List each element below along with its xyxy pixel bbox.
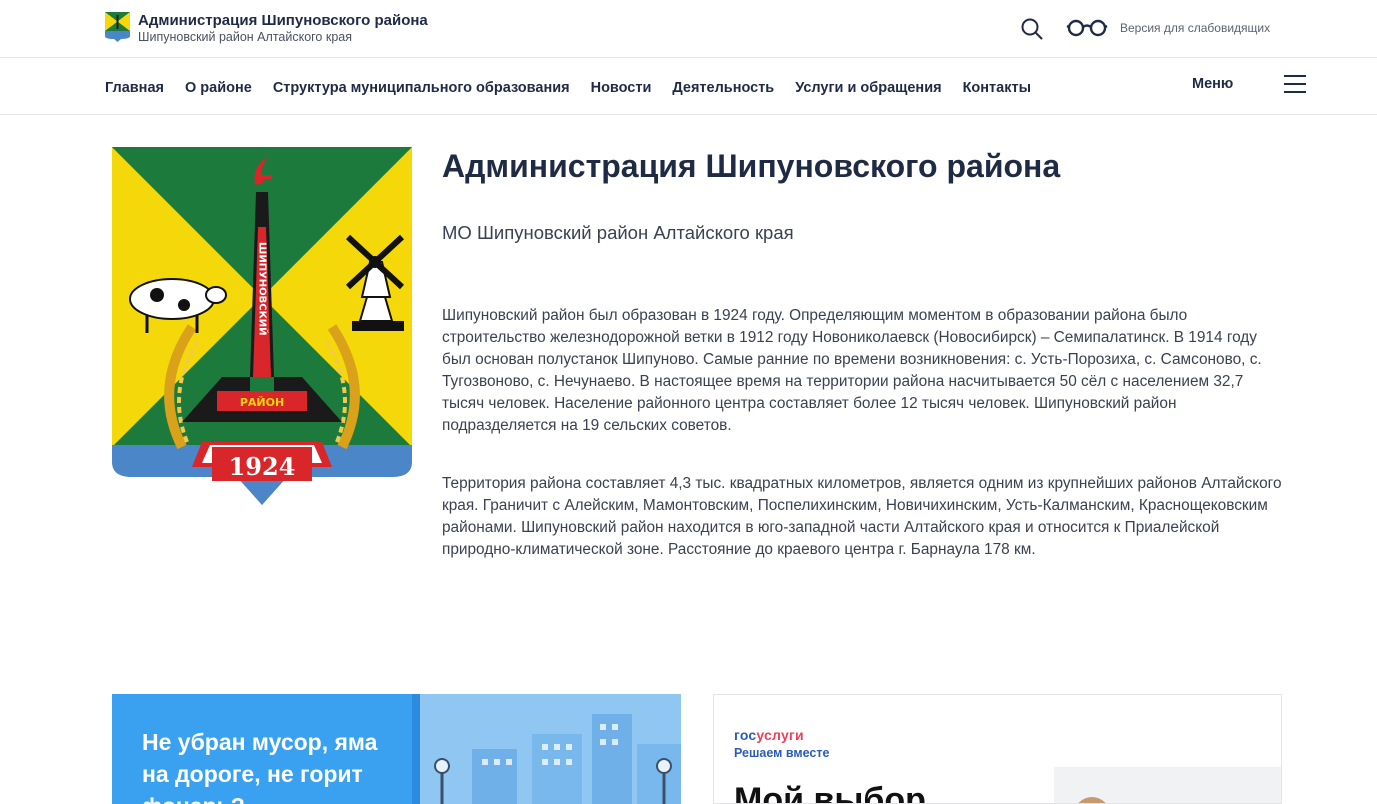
report-problem-banner[interactable]: Не убран мусор, яма на дороге, не горит … [112, 694, 681, 804]
hamburger-icon [1284, 75, 1307, 93]
main-navigation: Главная О районе Структура муниципальног… [0, 58, 1377, 115]
gosuslugi-photo [1054, 767, 1281, 803]
nav-item-contacts[interactable]: Контакты [963, 80, 1031, 96]
search-icon[interactable] [1020, 17, 1044, 41]
coat-band-text: РАЙОН [240, 396, 284, 409]
nav-item-activity[interactable]: Деятельность [672, 80, 774, 96]
site-subtitle: Шипуновский район Алтайского края [138, 30, 352, 44]
accessibility-toggle[interactable]: Версия для слабовидящих [1066, 17, 1270, 39]
territory-paragraph: Территория района составляет 4,3 тыс. кв… [442, 475, 1282, 558]
gosuslugi-headline: Мой выбор [734, 781, 926, 804]
glasses-icon [1066, 19, 1108, 37]
nav-item-about[interactable]: О районе [185, 80, 252, 96]
menu-button[interactable]: Меню [1192, 75, 1307, 93]
city-illustration [412, 694, 681, 804]
nav-item-news[interactable]: Новости [591, 80, 652, 96]
gosuslugi-tagline: Решаем вместе [734, 746, 830, 760]
top-header: Администрация Шипуновского района Шипуно… [0, 0, 1377, 58]
report-problem-text: Не убран мусор, яма на дороге, не горит … [142, 729, 378, 804]
nav-item-home[interactable]: Главная [105, 80, 164, 96]
page-title: Администрация Шипуновского района [442, 148, 1061, 184]
district-coat-of-arms: РАЙОН ШИПУНОВСКИЙ 1924 [112, 147, 412, 505]
coat-year: 1924 [229, 452, 296, 481]
nav-item-structure[interactable]: Структура муниципального образования [273, 80, 570, 96]
menu-label: Меню [1192, 76, 1234, 92]
accessibility-label: Версия для слабовидящих [1120, 21, 1271, 35]
nav-item-services[interactable]: Услуги и обращения [795, 80, 941, 96]
page-subtitle: МО Шипуновский район Алтайского края [442, 222, 794, 243]
gosuslugi-banner[interactable]: госуслуги Решаем вместе Мой выбор [713, 694, 1282, 804]
gosuslugi-logo: госуслуги [734, 727, 804, 743]
coat-of-arms-logo [105, 12, 130, 42]
history-paragraph: Шипуновский район был образован в 1924 г… [442, 307, 1262, 434]
site-brand[interactable]: Администрация Шипуновского района Шипуно… [105, 12, 428, 45]
site-title: Администрация Шипуновского района [138, 12, 428, 29]
